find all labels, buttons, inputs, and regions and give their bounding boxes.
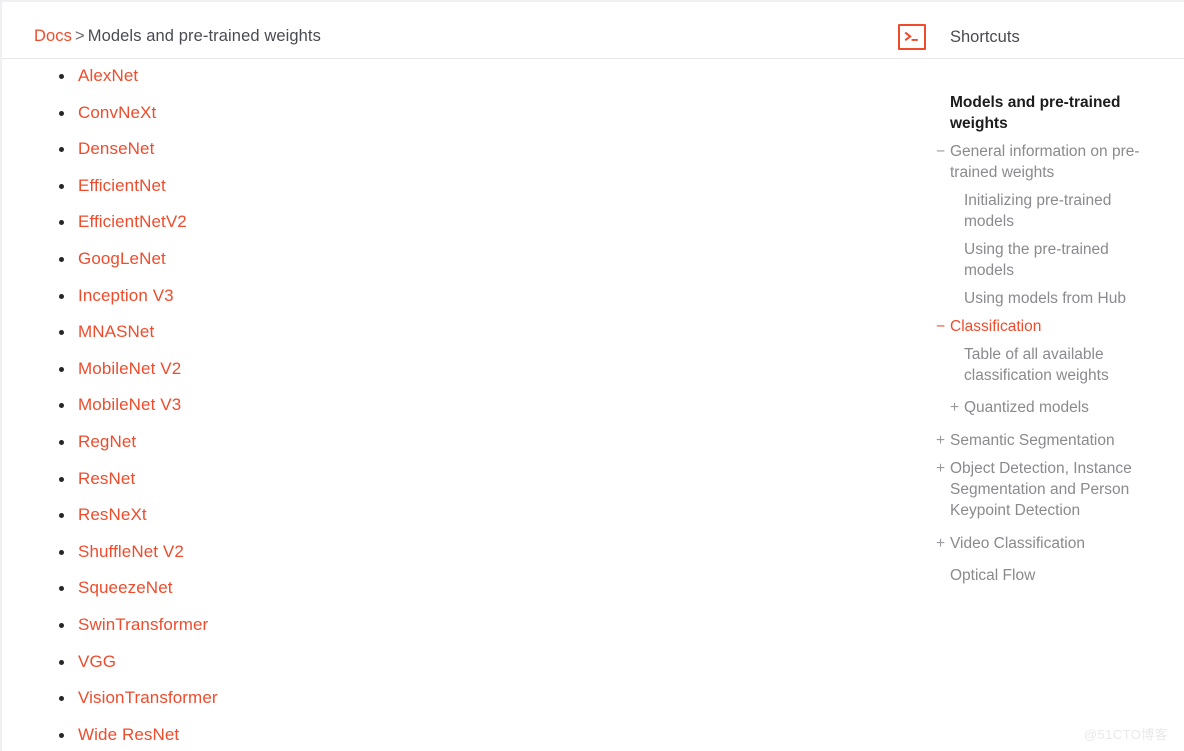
toc-item-label: Initializing pre-trained models bbox=[964, 192, 1111, 230]
main-content: AlexNet ConvNeXt DenseNet EfficientNet Effic… bbox=[2, 60, 902, 751]
model-list-item: SqueezeNet bbox=[2, 570, 218, 607]
page-frame: Docs>Models and pre-trained weights Shor… bbox=[0, 0, 1184, 751]
toc-item[interactable]: Optical Flow bbox=[932, 565, 1164, 586]
model-link[interactable]: Wide ResNet bbox=[78, 725, 179, 744]
breadcrumb-current-page: Models and pre-trained weights bbox=[88, 27, 321, 45]
shortcuts-button[interactable]: Shortcuts bbox=[898, 22, 1020, 52]
toc-item[interactable]: +Object Detection, Instance Segmentation… bbox=[932, 458, 1164, 521]
model-list-item: ConvNeXt bbox=[2, 95, 218, 132]
toc-item-label: Optical Flow bbox=[950, 567, 1035, 584]
breadcrumb-separator: > bbox=[72, 27, 88, 45]
model-list-item: EfficientNet bbox=[2, 168, 218, 205]
model-list-item: MobileNet V3 bbox=[2, 387, 218, 424]
toc-item-label: Using the pre-trained models bbox=[964, 241, 1109, 279]
toc-item-label: Classification bbox=[950, 318, 1041, 335]
model-list-item: GoogLeNet bbox=[2, 241, 218, 278]
model-link[interactable]: SwinTransformer bbox=[78, 615, 208, 634]
collapse-icon[interactable]: − bbox=[936, 316, 945, 337]
model-link[interactable]: EfficientNetV2 bbox=[78, 212, 187, 231]
toc-item-label: Object Detection, Instance Segmentation … bbox=[950, 460, 1132, 519]
toc-list: −General information on pre-trained weig… bbox=[932, 141, 1184, 586]
model-link[interactable]: GoogLeNet bbox=[78, 249, 166, 268]
toc-item[interactable]: + Semantic Segmentation bbox=[932, 430, 1164, 451]
model-list-item: MNASNet bbox=[2, 314, 218, 351]
model-list-item: DenseNet bbox=[2, 131, 218, 168]
model-link[interactable]: RegNet bbox=[78, 432, 136, 451]
model-family-list: AlexNet ConvNeXt DenseNet EfficientNet Effic… bbox=[2, 60, 218, 751]
toc-item-label: Using models from Hub bbox=[964, 290, 1126, 307]
terminal-prompt-icon bbox=[898, 24, 926, 50]
model-link[interactable]: AlexNet bbox=[78, 66, 138, 85]
model-link[interactable]: MobileNet V3 bbox=[78, 395, 181, 414]
expand-icon[interactable]: + bbox=[950, 397, 959, 418]
model-list-item: Wide ResNet bbox=[2, 717, 218, 751]
model-link[interactable]: MobileNet V2 bbox=[78, 359, 181, 378]
model-list-item: VGG bbox=[2, 644, 218, 681]
model-link[interactable]: EfficientNet bbox=[78, 176, 166, 195]
model-link[interactable]: DenseNet bbox=[78, 139, 154, 158]
model-link[interactable]: VisionTransformer bbox=[78, 688, 218, 707]
model-list-item: VisionTransformer bbox=[2, 680, 218, 717]
toc-item[interactable]: −Classification bbox=[932, 316, 1164, 337]
model-list-item: Inception V3 bbox=[2, 278, 218, 315]
toc-item-label: Table of all available classification we… bbox=[964, 346, 1109, 384]
model-list-item: ResNet bbox=[2, 461, 218, 498]
model-list-item: EfficientNetV2 bbox=[2, 204, 218, 241]
header-bar: Docs>Models and pre-trained weights Shor… bbox=[2, 2, 1184, 59]
model-list-item: AlexNet bbox=[2, 60, 218, 95]
model-link[interactable]: SqueezeNet bbox=[78, 578, 173, 597]
model-link[interactable]: VGG bbox=[78, 652, 116, 671]
watermark: @51CTO博客 bbox=[1084, 727, 1168, 743]
toc-item-label: Quantized models bbox=[964, 399, 1089, 416]
expand-icon[interactable]: + bbox=[936, 533, 945, 554]
shortcuts-label: Shortcuts bbox=[950, 27, 1020, 47]
toc-item-label: General information on pre-trained weigh… bbox=[950, 143, 1140, 181]
model-link[interactable]: ShuffleNet V2 bbox=[78, 542, 184, 561]
toc-sidebar: Models and pre-trained weights −General … bbox=[932, 60, 1184, 751]
model-link[interactable]: ConvNeXt bbox=[78, 103, 156, 122]
model-list-item: RegNet bbox=[2, 424, 218, 461]
toc-item[interactable]: Using the pre-trained models bbox=[932, 239, 1158, 281]
model-list-item: ShuffleNet V2 bbox=[2, 534, 218, 571]
toc-item[interactable]: Using models from Hub bbox=[932, 288, 1158, 309]
model-list-item: ResNeXt bbox=[2, 497, 218, 534]
collapse-icon[interactable]: − bbox=[936, 141, 945, 162]
breadcrumb-link-docs[interactable]: Docs bbox=[34, 27, 72, 45]
toc-item[interactable]: −General information on pre-trained weig… bbox=[932, 141, 1164, 183]
toc-item-label: Semantic Segmentation bbox=[950, 432, 1115, 449]
toc-item[interactable]: + Quantized models bbox=[932, 397, 1158, 418]
toc-title: Models and pre-trained weights bbox=[950, 92, 1140, 134]
model-link[interactable]: MNASNet bbox=[78, 322, 154, 341]
toc-item[interactable]: Table of all available classification we… bbox=[932, 344, 1158, 386]
toc-item[interactable]: Initializing pre-trained models bbox=[932, 190, 1158, 232]
expand-icon[interactable]: + bbox=[936, 458, 945, 479]
toc-item[interactable]: + Video Classification bbox=[932, 533, 1164, 554]
model-link[interactable]: ResNet bbox=[78, 469, 135, 488]
model-list-item: MobileNet V2 bbox=[2, 351, 218, 388]
model-link[interactable]: Inception V3 bbox=[78, 286, 174, 305]
model-link[interactable]: ResNeXt bbox=[78, 505, 147, 524]
breadcrumb: Docs>Models and pre-trained weights bbox=[34, 26, 321, 46]
expand-icon[interactable]: + bbox=[936, 430, 945, 451]
model-list-item: SwinTransformer bbox=[2, 607, 218, 644]
toc-item-label: Video Classification bbox=[950, 535, 1085, 552]
